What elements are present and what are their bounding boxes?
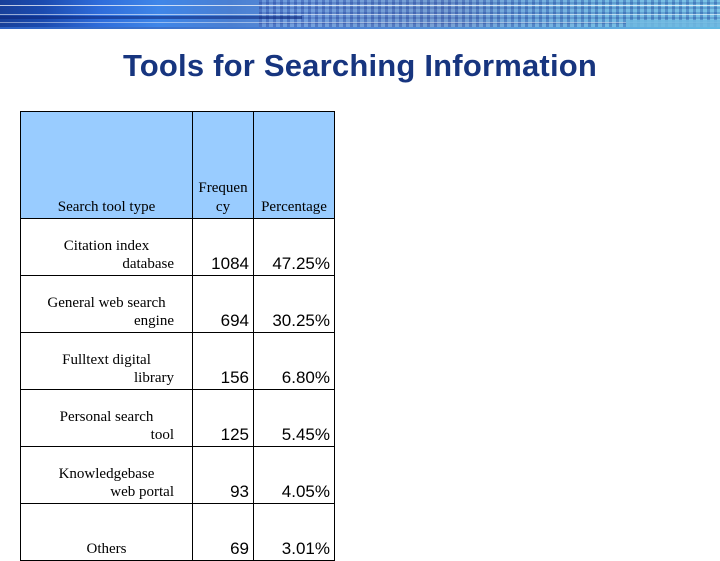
table-row: Citation index database 1084 47.25%	[20, 218, 335, 276]
cell-search-tool-type: General web search engine	[20, 275, 193, 333]
cell-search-tool-type: Fulltext digital library	[20, 332, 193, 390]
cell-percentage: 5.45%	[253, 389, 335, 447]
table-row: Personal search tool 125 5.45%	[20, 389, 335, 447]
table-row: General web search engine 694 30.25%	[20, 275, 335, 333]
cell-search-tool-type: Knowledgebase web portal	[20, 446, 193, 504]
cell-percentage: 6.80%	[253, 332, 335, 390]
label-line-1: General web search	[47, 295, 166, 311]
cell-frequency: 125	[192, 389, 254, 447]
cell-frequency: 93	[192, 446, 254, 504]
label-line-1: Others	[86, 541, 127, 557]
banner-streak-1	[0, 5, 720, 6]
banner-streak-3	[0, 22, 720, 23]
label-line-1: Knowledgebase	[58, 466, 155, 482]
banner-streak-2	[0, 14, 720, 15]
cell-search-tool-type: Personal search tool	[20, 389, 193, 447]
label-line-2: database	[122, 256, 174, 272]
table-row: Fulltext digital library 156 6.80%	[20, 332, 335, 390]
label-line-1: Personal search	[59, 409, 154, 425]
column-header-search-tool-type: Search tool type	[20, 111, 193, 219]
label-line-1: Fulltext digital	[62, 352, 151, 368]
table-row: Others 69 3.01%	[20, 503, 335, 561]
column-header-frequency: Frequency	[192, 111, 254, 219]
table-header-row: Search tool type Frequency Percentage	[20, 111, 335, 219]
label-line-2: library	[134, 370, 174, 386]
table-header: Search tool type Frequency Percentage	[20, 111, 335, 219]
cell-search-tool-type: Others	[20, 503, 193, 561]
label-line-2: engine	[134, 313, 174, 329]
cell-search-tool-type: Citation index database	[20, 218, 193, 276]
search-tools-table: Search tool type Frequency Percentage Ci…	[20, 111, 335, 561]
cell-frequency: 1084	[192, 218, 254, 276]
cell-frequency: 694	[192, 275, 254, 333]
label-line-2: web portal	[110, 484, 174, 500]
cell-frequency: 69	[192, 503, 254, 561]
banner-dark-stripe	[0, 16, 303, 19]
cell-percentage: 30.25%	[253, 275, 335, 333]
table-body: Citation index database 1084 47.25% Gene…	[20, 218, 335, 561]
table-row: Knowledgebase web portal 93 4.05%	[20, 446, 335, 504]
label-line-2: tool	[150, 427, 174, 443]
page-title: Tools for Searching Information	[122, 48, 598, 83]
cell-percentage: 47.25%	[253, 218, 335, 276]
cell-percentage: 3.01%	[253, 503, 335, 561]
column-header-percentage: Percentage	[253, 111, 335, 219]
cell-frequency: 156	[192, 332, 254, 390]
cell-percentage: 4.05%	[253, 446, 335, 504]
label-line-1: Citation index	[63, 238, 150, 254]
slide-top-banner	[0, 0, 720, 29]
banner-bottom-edge	[0, 27, 720, 29]
search-tools-table-container: Search tool type Frequency Percentage Ci…	[20, 111, 335, 561]
